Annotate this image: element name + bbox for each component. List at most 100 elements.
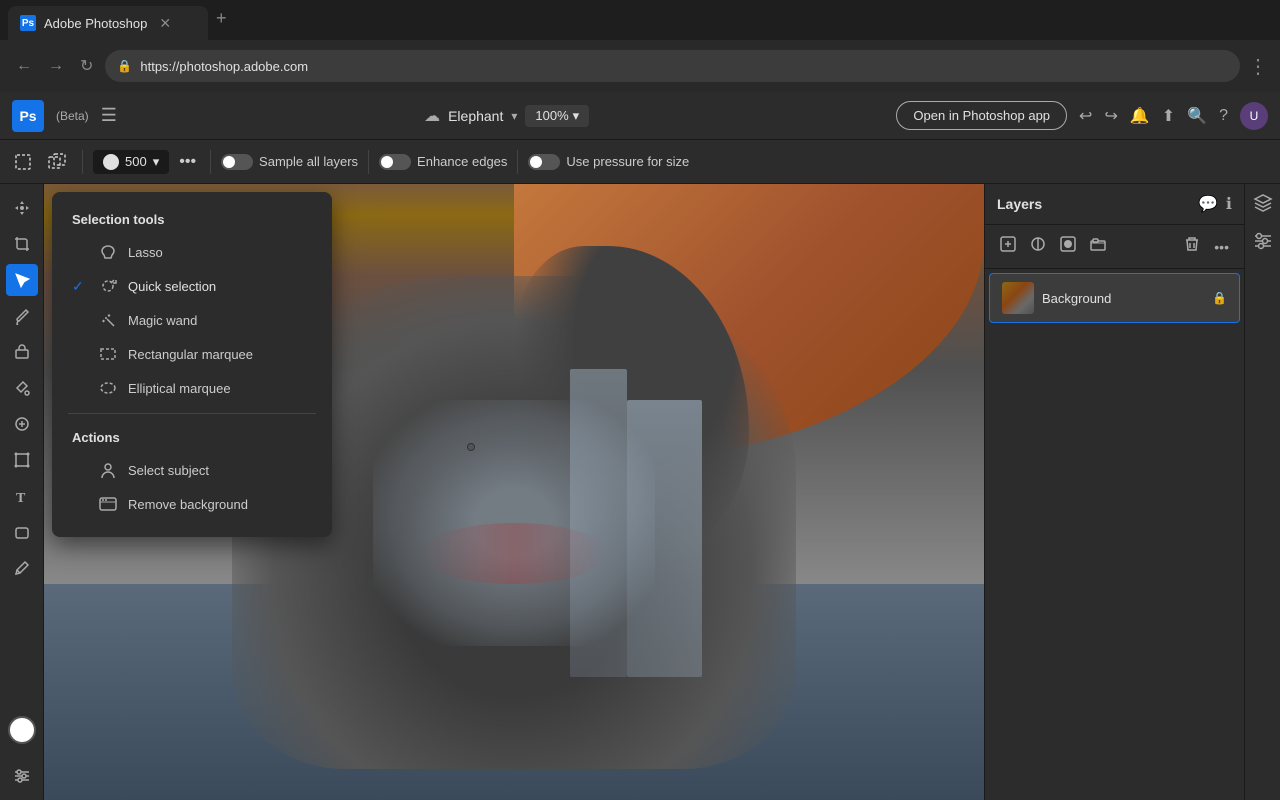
rect-marquee-item[interactable]: Rectangular marquee bbox=[52, 337, 332, 371]
transform-tool[interactable] bbox=[6, 444, 38, 476]
toolbar-bar: 500 ▾ ••• Sample all layers Enhance edge… bbox=[0, 140, 1280, 184]
file-dropdown-arrow[interactable]: ▾ bbox=[511, 109, 517, 123]
zoom-arrow: ▾ bbox=[573, 108, 580, 124]
foreground-color[interactable] bbox=[8, 716, 36, 744]
crop-tool[interactable] bbox=[6, 228, 38, 260]
canvas-area[interactable]: Selection tools Lasso ✓ bbox=[44, 184, 984, 800]
add-selection-button[interactable] bbox=[8, 149, 38, 175]
brush-tool[interactable] bbox=[6, 300, 38, 332]
panel-chat-icon[interactable]: 💬 bbox=[1198, 194, 1218, 214]
search-icon[interactable]: 🔍 bbox=[1187, 106, 1207, 126]
adjustment-layer-button[interactable] bbox=[1027, 233, 1049, 260]
sample-all-layers-toggle[interactable] bbox=[221, 154, 253, 170]
more-options-button[interactable]: ••• bbox=[175, 149, 200, 175]
magic-wand-item[interactable]: Magic wand bbox=[52, 303, 332, 337]
open-in-photoshop-button[interactable]: Open in Photoshop app bbox=[896, 101, 1067, 130]
new-tab-button[interactable]: + bbox=[216, 8, 227, 29]
toolbar-divider-3 bbox=[368, 150, 369, 174]
add-layer-button[interactable] bbox=[997, 233, 1019, 260]
eyedropper-tool[interactable] bbox=[6, 552, 38, 584]
text-tool[interactable]: T bbox=[6, 480, 38, 512]
ellipse-marquee-icon bbox=[98, 378, 118, 398]
browser-chrome: Ps Adobe Photoshop ✕ + ← → ↻ 🔒 https://p… bbox=[0, 0, 1280, 92]
header-center: ☁ Elephant ▾ 100% ▾ bbox=[129, 105, 885, 127]
select-subject-icon bbox=[98, 460, 118, 480]
selection-tool[interactable] bbox=[6, 264, 38, 296]
delete-layer-button[interactable] bbox=[1181, 233, 1203, 260]
brush-size-control[interactable]: 500 ▾ bbox=[93, 150, 169, 174]
eraser-tool[interactable] bbox=[6, 336, 38, 368]
actions-title: Actions bbox=[52, 422, 332, 453]
user-avatar[interactable]: U bbox=[1240, 102, 1268, 130]
hamburger-menu[interactable]: ☰ bbox=[101, 105, 117, 126]
sliders-tool[interactable] bbox=[6, 760, 38, 792]
select-subject-label: Select subject bbox=[128, 463, 209, 478]
lasso-label: Lasso bbox=[128, 245, 163, 260]
redo-button[interactable]: ↪ bbox=[1104, 106, 1117, 126]
magic-wand-label: Magic wand bbox=[128, 313, 197, 328]
layer-thumbnail bbox=[1002, 282, 1034, 314]
select-subject-item[interactable]: Select subject bbox=[52, 453, 332, 487]
move-tool[interactable] bbox=[6, 192, 38, 224]
ssl-icon: 🔒 bbox=[117, 59, 132, 73]
healing-tool[interactable] bbox=[6, 408, 38, 440]
url-bar[interactable]: 🔒 https://photoshop.adobe.com bbox=[105, 50, 1240, 82]
adjustments-side-icon[interactable] bbox=[1253, 231, 1273, 256]
help-icon[interactable]: ? bbox=[1219, 107, 1228, 125]
pressure-toggle-knob bbox=[530, 156, 542, 168]
refresh-button[interactable]: ↻ bbox=[76, 52, 97, 80]
enhance-edges-group: Enhance edges bbox=[379, 154, 507, 170]
quick-selection-icon bbox=[98, 276, 118, 296]
enhance-toggle-knob bbox=[381, 156, 393, 168]
lasso-tool-item[interactable]: Lasso bbox=[52, 235, 332, 269]
rect-marquee-icon bbox=[98, 344, 118, 364]
pressure-toggle[interactable] bbox=[528, 154, 560, 170]
enhance-edges-toggle[interactable] bbox=[379, 154, 411, 170]
toolbar-divider-1 bbox=[82, 150, 83, 174]
beta-label: (Beta) bbox=[56, 109, 89, 123]
ellipse-marquee-item[interactable]: Elliptical marquee bbox=[52, 371, 332, 405]
zoom-control[interactable]: 100% ▾ bbox=[525, 105, 589, 127]
group-layer-button[interactable] bbox=[1087, 233, 1109, 260]
panel-info-icon[interactable]: ℹ bbox=[1226, 194, 1232, 214]
size-circle-icon bbox=[103, 154, 119, 170]
layer-thumb-image bbox=[1002, 282, 1034, 314]
remove-background-item[interactable]: Remove background bbox=[52, 487, 332, 521]
notifications-icon[interactable]: 🔔 bbox=[1130, 106, 1150, 126]
background-layer[interactable]: Background 🔒 bbox=[989, 273, 1240, 323]
share-icon[interactable]: ⬆ bbox=[1162, 106, 1175, 126]
svg-text:T: T bbox=[16, 491, 26, 505]
layers-panel: Layers 💬 ℹ bbox=[984, 184, 1244, 800]
header-icons: ↩ ↪ 🔔 ⬆ 🔍 ? U bbox=[1079, 102, 1268, 130]
remove-background-icon bbox=[98, 494, 118, 514]
selection-tools-popup: Selection tools Lasso ✓ bbox=[52, 192, 332, 537]
layers-side-icon[interactable] bbox=[1253, 192, 1273, 215]
size-dropdown-arrow: ▾ bbox=[153, 154, 160, 170]
tab-close-button[interactable]: ✕ bbox=[159, 15, 171, 32]
tab-title: Adobe Photoshop bbox=[44, 16, 147, 31]
subtract-selection-button[interactable] bbox=[42, 149, 72, 175]
paint-bucket-tool[interactable] bbox=[6, 372, 38, 404]
remove-background-label: Remove background bbox=[128, 497, 248, 512]
shape-tool[interactable] bbox=[6, 516, 38, 548]
layers-more-button[interactable]: ••• bbox=[1211, 236, 1232, 258]
undo-button[interactable]: ↩ bbox=[1079, 106, 1092, 126]
back-button[interactable]: ← bbox=[12, 53, 36, 79]
active-tab[interactable]: Ps Adobe Photoshop ✕ bbox=[8, 6, 208, 40]
layer-lock-icon[interactable]: 🔒 bbox=[1212, 291, 1227, 305]
app-header: Ps (Beta) ☰ ☁ Elephant ▾ 100% ▾ Open in … bbox=[0, 92, 1280, 140]
address-bar: ← → ↻ 🔒 https://photoshop.adobe.com ⋮ bbox=[0, 40, 1280, 92]
quick-selection-item[interactable]: ✓ Quick selection bbox=[52, 269, 332, 303]
sample-all-layers-label: Sample all layers bbox=[259, 154, 358, 169]
quick-selection-check: ✓ bbox=[72, 278, 88, 295]
ellipse-marquee-label: Elliptical marquee bbox=[128, 381, 231, 396]
popup-divider bbox=[68, 413, 316, 414]
enhance-edges-label: Enhance edges bbox=[417, 154, 507, 169]
browser-menu-button[interactable]: ⋮ bbox=[1248, 54, 1268, 79]
mask-layer-button[interactable] bbox=[1057, 233, 1079, 260]
rect-marquee-label: Rectangular marquee bbox=[128, 347, 253, 362]
tab-favicon: Ps bbox=[20, 15, 36, 31]
layer-name: Background bbox=[1042, 291, 1204, 306]
forward-button[interactable]: → bbox=[44, 53, 68, 79]
magic-wand-icon bbox=[98, 310, 118, 330]
